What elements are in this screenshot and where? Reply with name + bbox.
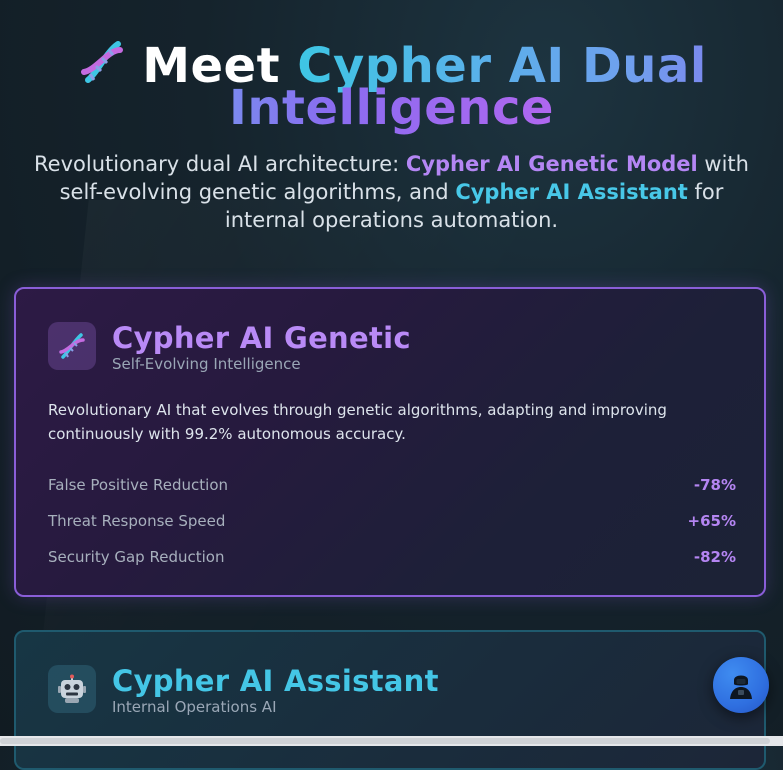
title-highlight: Cypher AI Dual Intelligence [229, 38, 707, 136]
page-title: Meet Cypher AI Dual Intelligence [0, 36, 783, 132]
metric-value: -82% [693, 548, 736, 566]
metric-value: -78% [693, 476, 736, 494]
metric-value: +65% [687, 512, 736, 530]
scrollbar-thumb[interactable] [0, 738, 770, 744]
subtitle-highlight-genetic: Cypher AI Genetic Model [405, 152, 698, 176]
robot-icon [58, 674, 86, 703]
horizontal-scrollbar[interactable] [0, 736, 783, 746]
dna-icon [81, 41, 124, 83]
genetic-card-subtitle: Self-Evolving Intelligence [112, 355, 301, 373]
genetic-card-description: Revolutionary AI that evolves through ge… [48, 401, 667, 443]
assistant-card-icon [48, 665, 96, 713]
dna-icon [59, 333, 85, 359]
assistant-card-subtitle: Internal Operations AI [112, 698, 277, 716]
assistant-card: Cypher AI Assistant Internal Operations … [14, 630, 766, 770]
metric-label: Security Gap Reduction [48, 548, 225, 566]
metric-row: Security Gap Reduction -82% [48, 539, 736, 575]
hero-section: Meet Cypher AI Dual Intelligence Revolut… [0, 36, 783, 234]
subtitle-highlight-assistant: Cypher AI Assistant [455, 180, 688, 204]
genetic-card: Cypher AI Genetic Self-Evolving Intellig… [14, 287, 766, 597]
genetic-card-title: Cypher AI Genetic [112, 321, 411, 355]
metric-row: Threat Response Speed +65% [48, 503, 736, 539]
metric-label: False Positive Reduction [48, 476, 228, 494]
chat-assistant-button[interactable] [713, 657, 769, 713]
hacker-avatar-icon [730, 675, 752, 699]
hero-subtitle: Revolutionary dual AI architecture: Cyph… [22, 150, 762, 234]
genetic-card-icon [48, 322, 96, 370]
assistant-card-title: Cypher AI Assistant [112, 664, 439, 698]
metric-row: False Positive Reduction -78% [48, 467, 736, 503]
metric-label: Threat Response Speed [48, 512, 226, 530]
metrics-list: False Positive Reduction -78% Threat Res… [48, 467, 736, 575]
subtitle-text: Revolutionary dual AI architecture: [34, 152, 406, 176]
